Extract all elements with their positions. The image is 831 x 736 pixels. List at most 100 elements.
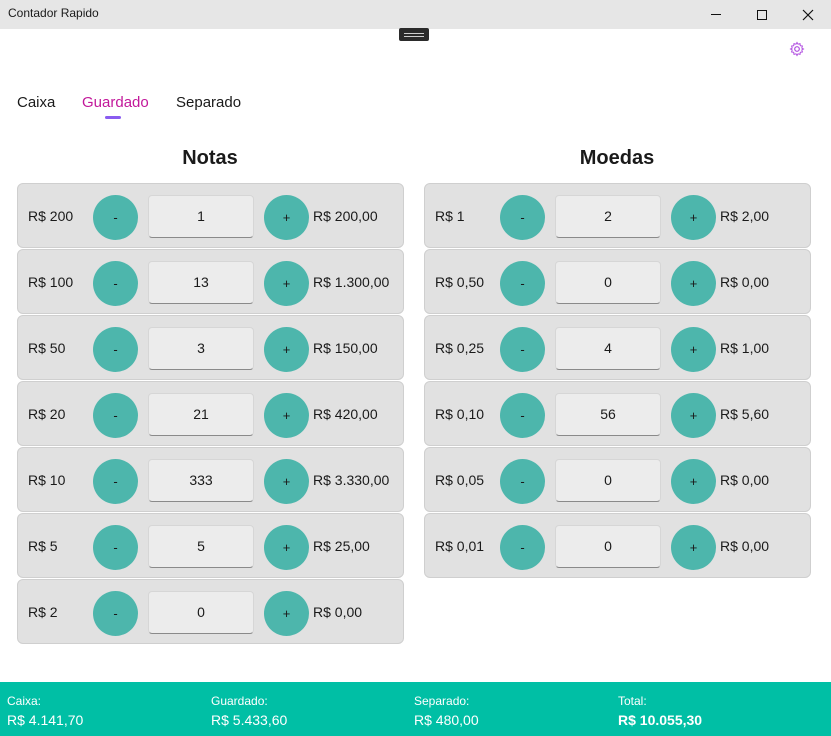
moedas-row: R$ 0,25-4 + R$ 1,00 xyxy=(424,315,811,380)
quantity-input[interactable]: 0 xyxy=(148,591,254,634)
notas-row: R$ 10 -333 + R$ 3.330,00 xyxy=(17,447,404,512)
gear-icon xyxy=(789,41,805,57)
quantity-input[interactable]: 56 xyxy=(555,393,661,436)
moedas-row: R$ 0,01-0 + R$ 0,00 xyxy=(424,513,811,578)
denomination-label: R$ 0,50 xyxy=(435,274,485,290)
denomination-label: R$ 50 xyxy=(28,340,66,356)
notas-row: R$ 200 -1 + R$ 200,00 xyxy=(17,183,404,248)
denomination-label: R$ 5 xyxy=(28,538,58,554)
notas-row: R$ 50 -3 + R$ 150,00 xyxy=(17,315,404,380)
moedas-row: R$ 0,05-0 + R$ 0,00 xyxy=(424,447,811,512)
tab-guardado[interactable]: Guardado xyxy=(82,94,149,111)
row-total: R$ 5,60 xyxy=(720,406,770,422)
increment-button[interactable]: + xyxy=(264,327,309,372)
notas-row: R$ 20 -21 + R$ 420,00 xyxy=(17,381,404,446)
row-total: R$ 1,00 xyxy=(720,340,770,356)
quantity-input[interactable]: 1 xyxy=(148,195,254,238)
decrement-button[interactable]: - xyxy=(500,393,545,438)
denomination-label: R$ 20 xyxy=(28,406,66,422)
footer-separado-value: R$ 480,00 xyxy=(414,712,479,728)
footer-caixa-value: R$ 4.141,70 xyxy=(7,712,84,728)
decrement-button[interactable]: - xyxy=(93,525,138,570)
row-total: R$ 2,00 xyxy=(720,208,770,224)
row-total: R$ 25,00 xyxy=(313,538,370,554)
denomination-label: R$ 1 xyxy=(435,208,465,224)
minimize-button[interactable] xyxy=(693,0,739,29)
increment-button[interactable]: + xyxy=(671,327,716,372)
moedas-row: R$ 1 -2 + R$ 2,00 xyxy=(424,183,811,248)
row-total: R$ 150,00 xyxy=(313,340,378,356)
close-icon xyxy=(802,9,814,20)
window-title: Contador Rapido xyxy=(8,6,99,20)
row-total: R$ 0,00 xyxy=(720,274,770,290)
denomination-label: R$ 100 xyxy=(28,274,74,290)
minimize-icon xyxy=(711,14,721,15)
decrement-button[interactable]: - xyxy=(93,393,138,438)
quantity-input[interactable]: 13 xyxy=(148,261,254,304)
footer-caixa-label: Caixa: xyxy=(7,694,42,708)
footer-separado-label: Separado: xyxy=(414,694,470,708)
moedas-title: Moedas xyxy=(579,147,655,169)
increment-button[interactable]: + xyxy=(264,195,309,240)
increment-button[interactable]: + xyxy=(671,195,716,240)
increment-button[interactable]: + xyxy=(671,261,716,306)
row-total: R$ 3.330,00 xyxy=(313,472,390,488)
increment-button[interactable]: + xyxy=(264,525,309,570)
tab-separado[interactable]: Separado xyxy=(176,94,241,111)
quantity-input[interactable]: 21 xyxy=(148,393,254,436)
notas-title: Notas xyxy=(182,147,238,169)
row-total: R$ 420,00 xyxy=(313,406,378,422)
summary-footer: Caixa: R$ 4.141,70 Guardado: R$ 5.433,60… xyxy=(0,682,831,736)
decrement-button[interactable]: - xyxy=(500,195,545,240)
settings-button[interactable] xyxy=(789,41,805,57)
decrement-button[interactable]: - xyxy=(93,459,138,504)
row-total: R$ 0,00 xyxy=(720,472,770,488)
drag-handle[interactable] xyxy=(399,28,429,41)
decrement-button[interactable]: - xyxy=(500,261,545,306)
quantity-input[interactable]: 4 xyxy=(555,327,661,370)
increment-button[interactable]: + xyxy=(264,591,309,636)
moedas-row: R$ 0,10-56 + R$ 5,60 xyxy=(424,381,811,446)
maximize-icon xyxy=(757,9,767,20)
increment-button[interactable]: + xyxy=(671,525,716,570)
quantity-input[interactable]: 3 xyxy=(148,327,254,370)
footer-total-label: Total: xyxy=(618,694,647,708)
decrement-button[interactable]: - xyxy=(93,261,138,306)
row-total: R$ 1.300,00 xyxy=(313,274,390,290)
quantity-input[interactable]: 5 xyxy=(148,525,254,568)
close-button[interactable] xyxy=(785,0,831,29)
row-total: R$ 0,00 xyxy=(720,538,770,554)
denomination-label: R$ 0,10 xyxy=(435,406,485,422)
decrement-button[interactable]: - xyxy=(93,327,138,372)
decrement-button[interactable]: - xyxy=(500,327,545,372)
active-tab-indicator xyxy=(105,116,121,119)
increment-button[interactable]: + xyxy=(671,459,716,504)
quantity-input[interactable]: 0 xyxy=(555,525,661,568)
quantity-input[interactable]: 2 xyxy=(555,195,661,238)
title-bar: Contador Rapido xyxy=(0,0,831,29)
notas-row: R$ 2 -0 + R$ 0,00 xyxy=(17,579,404,644)
tab-caixa[interactable]: Caixa xyxy=(17,94,55,111)
maximize-button[interactable] xyxy=(739,0,785,29)
decrement-button[interactable]: - xyxy=(93,195,138,240)
row-total: R$ 0,00 xyxy=(313,604,363,620)
decrement-button[interactable]: - xyxy=(93,591,138,636)
denomination-label: R$ 0,01 xyxy=(435,538,485,554)
increment-button[interactable]: + xyxy=(264,261,309,306)
moedas-row: R$ 0,50-0 + R$ 0,00 xyxy=(424,249,811,314)
quantity-input[interactable]: 0 xyxy=(555,261,661,304)
increment-button[interactable]: + xyxy=(671,393,716,438)
notas-row: R$ 100 -13 + R$ 1.300,00 xyxy=(17,249,404,314)
increment-button[interactable]: + xyxy=(264,393,309,438)
footer-total-value: R$ 10.055,30 xyxy=(618,712,703,728)
denomination-label: R$ 0,25 xyxy=(435,340,485,356)
quantity-input[interactable]: 0 xyxy=(555,459,661,502)
footer-guardado-value: R$ 5.433,60 xyxy=(211,712,288,728)
row-total: R$ 200,00 xyxy=(313,208,378,224)
decrement-button[interactable]: - xyxy=(500,459,545,504)
decrement-button[interactable]: - xyxy=(500,525,545,570)
increment-button[interactable]: + xyxy=(264,459,309,504)
footer-guardado-label: Guardado: xyxy=(211,694,268,708)
denomination-label: R$ 0,05 xyxy=(435,472,485,488)
quantity-input[interactable]: 333 xyxy=(148,459,254,502)
